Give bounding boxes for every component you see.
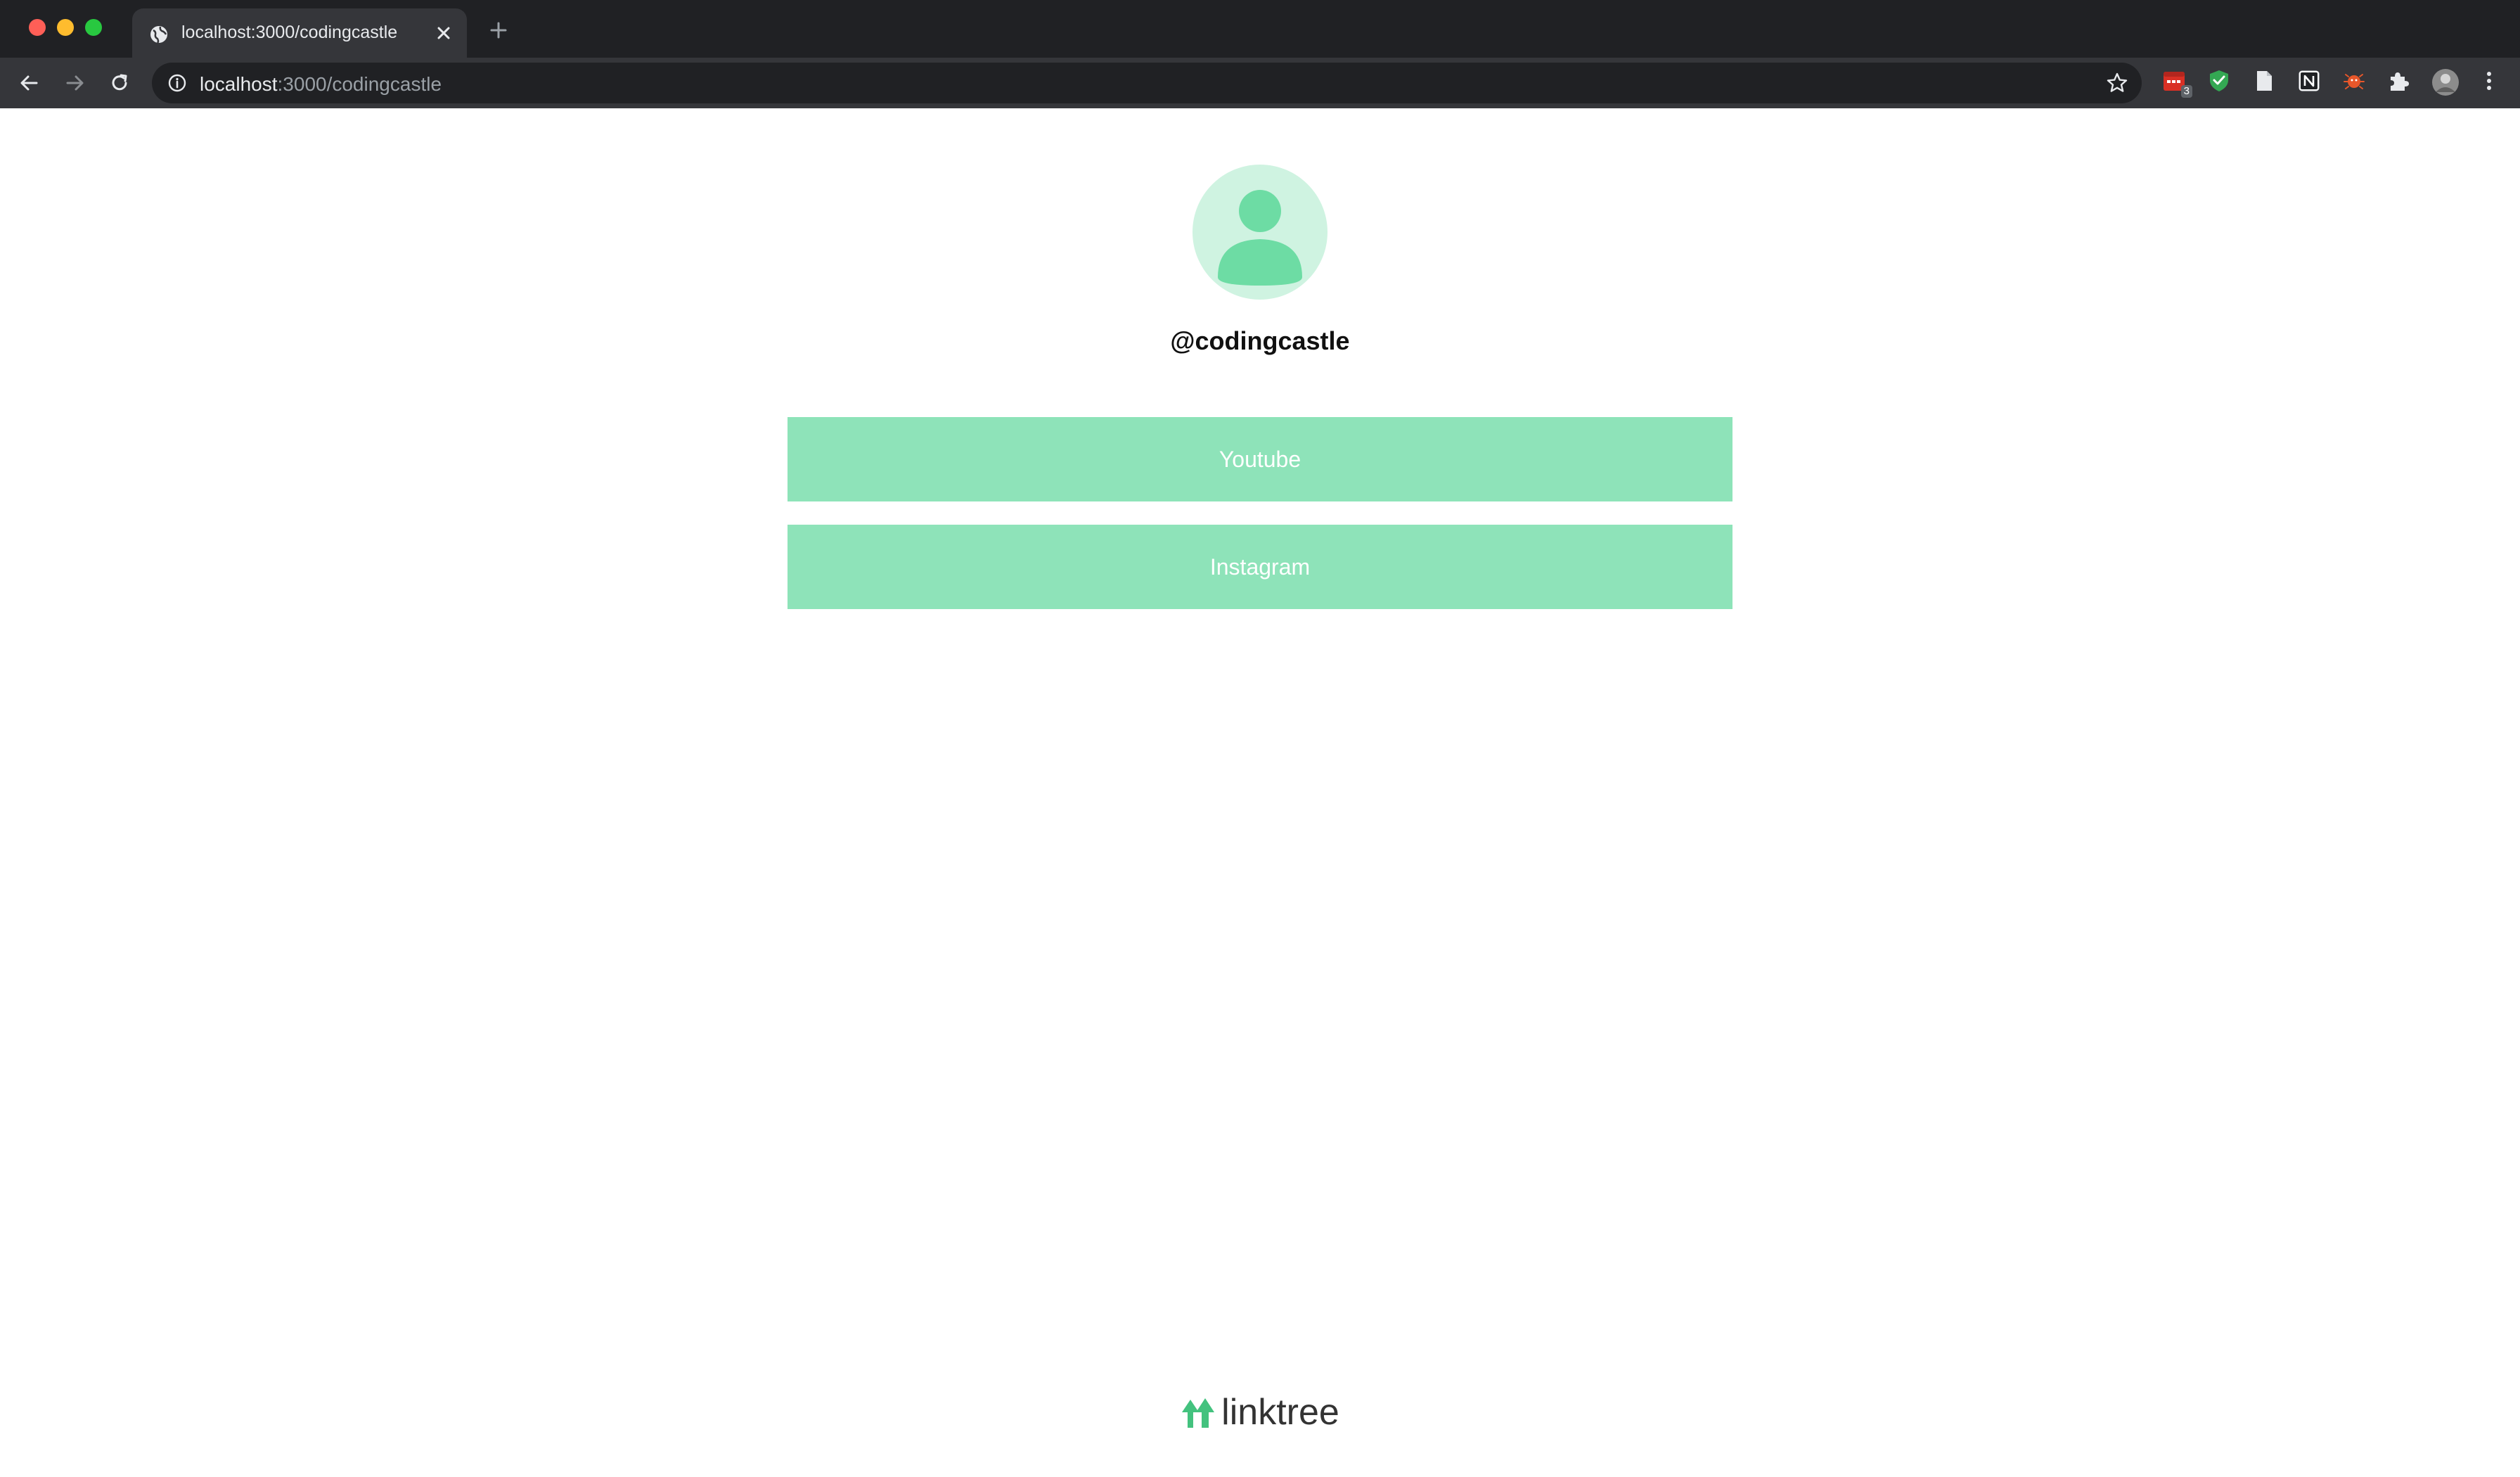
arrow-right-icon[interactable]: [62, 70, 87, 96]
tab-title: localhost:3000/codingcastle: [181, 23, 398, 42]
link-label: Youtube: [1219, 446, 1301, 472]
instagram-link-button[interactable]: Instagram: [788, 525, 1732, 609]
footer-brand: linktree: [1221, 1392, 1339, 1433]
puzzle-extensions-icon[interactable]: [2386, 68, 2412, 94]
youtube-link-button[interactable]: Youtube: [788, 417, 1732, 501]
link-label: Instagram: [1209, 554, 1311, 580]
profile-photo-icon: [2432, 69, 2459, 96]
puzzle-icon: [2391, 72, 2409, 91]
browser-tab[interactable]: localhost:3000/codingcastle: [132, 8, 467, 58]
kebab-icon: [2487, 72, 2491, 90]
bug-icon: [2344, 74, 2365, 89]
address-url[interactable]: localhost:3000/codingcastle: [200, 73, 442, 96]
notion-extension-icon[interactable]: [2296, 68, 2322, 94]
shield-extension-icon[interactable]: [2206, 68, 2232, 94]
address-host: localhost: [200, 73, 278, 95]
reload-icon[interactable]: [107, 70, 132, 96]
address-path: :3000/codingcastle: [277, 73, 442, 95]
maximize-window-button[interactable]: [85, 19, 102, 36]
plus-icon[interactable]: [488, 20, 509, 41]
linktree-logo-icon: [1182, 1398, 1215, 1428]
document-icon: [2257, 71, 2272, 91]
arrow-left-icon[interactable]: [17, 70, 42, 96]
more-menu-icon[interactable]: [2476, 68, 2502, 94]
browser-toolbar: localhost:3000/codingcastle 3: [0, 58, 2520, 110]
notion-icon: [2299, 70, 2320, 91]
minimize-window-button[interactable]: [57, 19, 74, 36]
star-icon[interactable]: [2105, 71, 2129, 95]
document-extension-icon[interactable]: [2251, 68, 2277, 94]
close-icon[interactable]: [433, 23, 454, 44]
tab-strip: localhost:3000/codingcastle: [0, 0, 2520, 58]
shield-icon: [2210, 70, 2228, 91]
profile-username: @codingcastle: [1170, 326, 1350, 355]
globe-icon: [150, 26, 167, 44]
profile-avatar-icon[interactable]: [2431, 68, 2459, 96]
close-window-button[interactable]: [29, 19, 46, 36]
user-icon: [1192, 165, 1328, 300]
browser-window: localhost:3000/codingcastle localhost:30…: [0, 0, 2520, 1477]
address-bar[interactable]: localhost:3000/codingcastle: [152, 63, 2142, 103]
calendar-extension-icon[interactable]: 3: [2161, 68, 2192, 98]
footer-logo[interactable]: linktree: [0, 1391, 2520, 1433]
page-content: @codingcastle Youtube Instagram linktree: [0, 108, 2520, 1477]
extension-badge: 3: [2180, 85, 2192, 98]
info-icon[interactable]: [167, 73, 187, 93]
bug-extension-icon[interactable]: [2341, 68, 2367, 94]
